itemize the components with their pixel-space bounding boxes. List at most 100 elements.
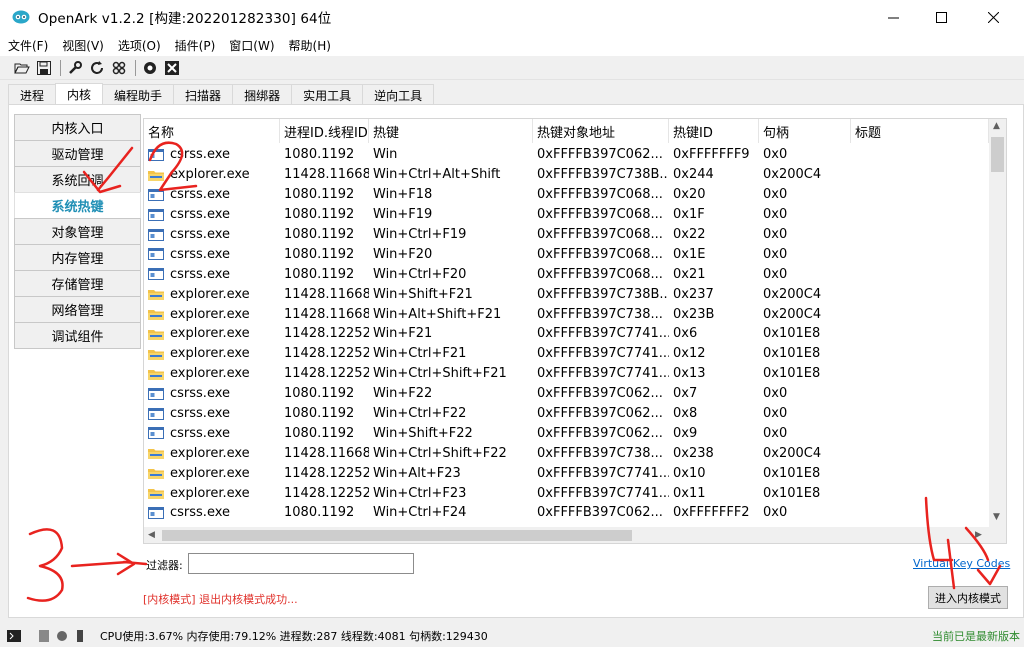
cell-hotkey: Win+Ctrl+Alt+Shift	[373, 167, 501, 183]
menu-file[interactable]: 文件(F)	[8, 37, 48, 54]
nav-object-manager[interactable]: 对象管理	[14, 218, 141, 245]
minimize-icon	[887, 17, 899, 18]
table-row[interactable]: csrss.exe 1080.1192 Win+F19 0xFFFFB397C068.…	[144, 205, 989, 225]
tab-kernel[interactable]: 内核	[55, 83, 104, 105]
list-icon[interactable]	[72, 628, 88, 644]
cell-pid-tid: 1080.1192	[284, 406, 355, 422]
column-header-handle[interactable]: 句柄	[759, 119, 851, 143]
maximize-button[interactable]	[918, 0, 964, 34]
virtual-key-codes-link[interactable]: Virtual-Key Codes	[913, 557, 1010, 570]
table-row[interactable]: csrss.exe 1080.1192 Win+Ctrl+F22 0xFFFFB397…	[144, 404, 989, 424]
network-icon[interactable]	[54, 628, 70, 644]
menu-plugins[interactable]: 插件(P)	[175, 37, 216, 54]
table-row[interactable]: explorer.exe 11428.11668 Win+Shift+F21 0xFF…	[144, 284, 989, 304]
close-icon	[987, 11, 999, 23]
table-row[interactable]: csrss.exe 1080.1192 Win+Ctrl+F19 0xFFFFB397…	[144, 225, 989, 245]
modules-button[interactable]	[109, 58, 129, 78]
menu-view[interactable]: 视图(V)	[62, 37, 104, 54]
main-tabs: 进程 内核 编程助手 扫描器 捆绑器 实用工具 逆向工具	[8, 83, 435, 105]
kernel-sidenav: 内核入口 驱动管理 系统回调 系统热键 对象管理 内存管理 存储管理 网络管理 …	[14, 114, 141, 349]
tab-bundler[interactable]: 捆绑器	[232, 84, 293, 105]
vertical-scrollbar[interactable]: ▲ ▼	[989, 119, 1006, 527]
column-header-hotkey[interactable]: 热键	[369, 119, 533, 143]
process-name: explorer.exe	[170, 465, 250, 481]
nav-system-callback[interactable]: 系统回调	[14, 166, 141, 193]
table-row[interactable]: explorer.exe 11428.11668 Win+Ctrl+Shift+F2…	[144, 443, 989, 463]
column-header-title[interactable]: 标题	[851, 119, 989, 143]
exit-button[interactable]	[162, 58, 182, 78]
horizontal-scroll-thumb[interactable]	[162, 530, 632, 541]
cell-hotkey-id: 0x237	[673, 286, 714, 302]
scroll-left-icon[interactable]: ◀	[148, 530, 155, 540]
refresh-button[interactable]	[87, 58, 107, 78]
column-header-name[interactable]: 名称	[144, 119, 280, 143]
table-row[interactable]: explorer.exe 11428.12252 Win+Ctrl+Shift+F2…	[144, 364, 989, 384]
table-row[interactable]: explorer.exe 11428.12252 Win+Ctrl+F23 0xFFF…	[144, 483, 989, 503]
cell-hotkey: Win+Ctrl+F19	[373, 227, 467, 242]
enter-kernel-mode-button[interactable]: 进入内核模式	[928, 586, 1008, 609]
scroll-down-icon[interactable]: ▼	[993, 512, 1000, 522]
tab-scanner[interactable]: 扫描器	[173, 84, 234, 105]
menu-window[interactable]: 窗口(W)	[229, 37, 274, 54]
cell-name: explorer.exe	[144, 346, 280, 361]
table-row[interactable]: csrss.exe 1080.1192 Win+Ctrl+F24 0xFFFFB397…	[144, 503, 989, 523]
cell-hotkey: Win+Alt+Shift+F21	[373, 306, 502, 322]
menu-help[interactable]: 帮助(H)	[289, 37, 331, 54]
table-row[interactable]: explorer.exe 11428.11668 Win+Alt+Shift+F21…	[144, 304, 989, 324]
nav-system-hotkey[interactable]: 系统热键	[14, 192, 141, 219]
cell-hotkey-address: 0xFFFFB397C7741...	[537, 465, 669, 481]
close-button[interactable]	[970, 0, 1016, 34]
cell-name: csrss.exe	[144, 505, 280, 520]
table-row[interactable]: csrss.exe 1080.1192 Win+F20 0xFFFFB397C068.…	[144, 244, 989, 264]
column-header-pid[interactable]: 进程ID.线程ID	[280, 119, 369, 143]
cell-hotkey-address: 0xFFFFB397C062...	[537, 505, 663, 521]
table-row[interactable]: explorer.exe 11428.12252 Win+F21 0xFFFFB397…	[144, 324, 989, 344]
nav-debug-component[interactable]: 调试组件	[14, 322, 141, 349]
table-row[interactable]: csrss.exe 1080.1192 Win 0xFFFFB397C062... 0x…	[144, 145, 989, 165]
filter-input[interactable]	[188, 553, 414, 574]
filter-label: 过滤器:	[146, 559, 183, 572]
column-header-address[interactable]: 热键对象地址	[533, 119, 669, 143]
nav-memory-manager[interactable]: 内存管理	[14, 244, 141, 271]
nav-kernel-entry[interactable]: 内核入口	[14, 114, 141, 141]
console-app-icon	[148, 506, 164, 519]
cell-handle: 0x101E8	[763, 326, 821, 342]
maximize-icon	[935, 11, 947, 23]
table-row[interactable]: explorer.exe 11428.12252 Win+Alt+F23 0xFFFF…	[144, 463, 989, 483]
tab-coder[interactable]: 编程助手	[102, 84, 175, 105]
process-name: csrss.exe	[170, 406, 231, 422]
column-header-hotkey-id[interactable]: 热键ID	[669, 119, 759, 143]
horizontal-scrollbar[interactable]: ◀ ▶	[144, 527, 989, 543]
cell-hotkey-id: 0x9	[673, 425, 698, 441]
cell-pid-tid: 1080.1192	[284, 246, 355, 262]
settings-button[interactable]	[65, 58, 85, 78]
vertical-scroll-thumb[interactable]	[991, 137, 1004, 172]
table-row[interactable]: csrss.exe 1080.1192 Win+F22 0xFFFFB397C062.…	[144, 384, 989, 404]
table-row[interactable]: csrss.exe 1080.1192 Win+Ctrl+F20 0xFFFFB397…	[144, 264, 989, 284]
table-row[interactable]: explorer.exe 11428.11668 Win+Ctrl+Alt+Shif…	[144, 165, 989, 185]
table-row[interactable]: explorer.exe 11428.12252 Win+Ctrl+F21 0xFFF…	[144, 344, 989, 364]
nav-network-manager[interactable]: 网络管理	[14, 296, 141, 323]
scroll-right-icon[interactable]: ▶	[975, 530, 982, 540]
tab-utilities[interactable]: 实用工具	[291, 84, 364, 105]
cell-handle: 0x200C4	[763, 445, 822, 461]
save-button[interactable]	[34, 58, 54, 78]
cell-name: explorer.exe	[144, 446, 280, 461]
nav-driver-manager[interactable]: 驱动管理	[14, 140, 141, 167]
cell-name: csrss.exe	[144, 406, 280, 421]
nav-storage-manager[interactable]: 存储管理	[14, 270, 141, 297]
file-icon[interactable]	[36, 628, 52, 644]
menu-options[interactable]: 选项(O)	[118, 37, 161, 54]
target-button[interactable]	[140, 58, 160, 78]
open-button[interactable]	[12, 58, 32, 78]
table-row[interactable]: csrss.exe 1080.1192 Win+F18 0xFFFFB397C068.…	[144, 185, 989, 205]
minimize-button[interactable]	[870, 0, 916, 34]
console-icon[interactable]	[6, 628, 22, 644]
scroll-up-icon[interactable]: ▲	[993, 121, 1000, 131]
cell-pid-tid: 1080.1192	[284, 386, 355, 402]
cell-hotkey-address: 0xFFFFB397C7741...	[537, 326, 669, 342]
cell-hotkey-id: 0x238	[673, 445, 714, 461]
tab-process[interactable]: 进程	[8, 84, 57, 105]
table-row[interactable]: csrss.exe 1080.1192 Win+Shift+F22 0xFFFFB39…	[144, 423, 989, 443]
tab-reverse[interactable]: 逆向工具	[362, 84, 435, 105]
